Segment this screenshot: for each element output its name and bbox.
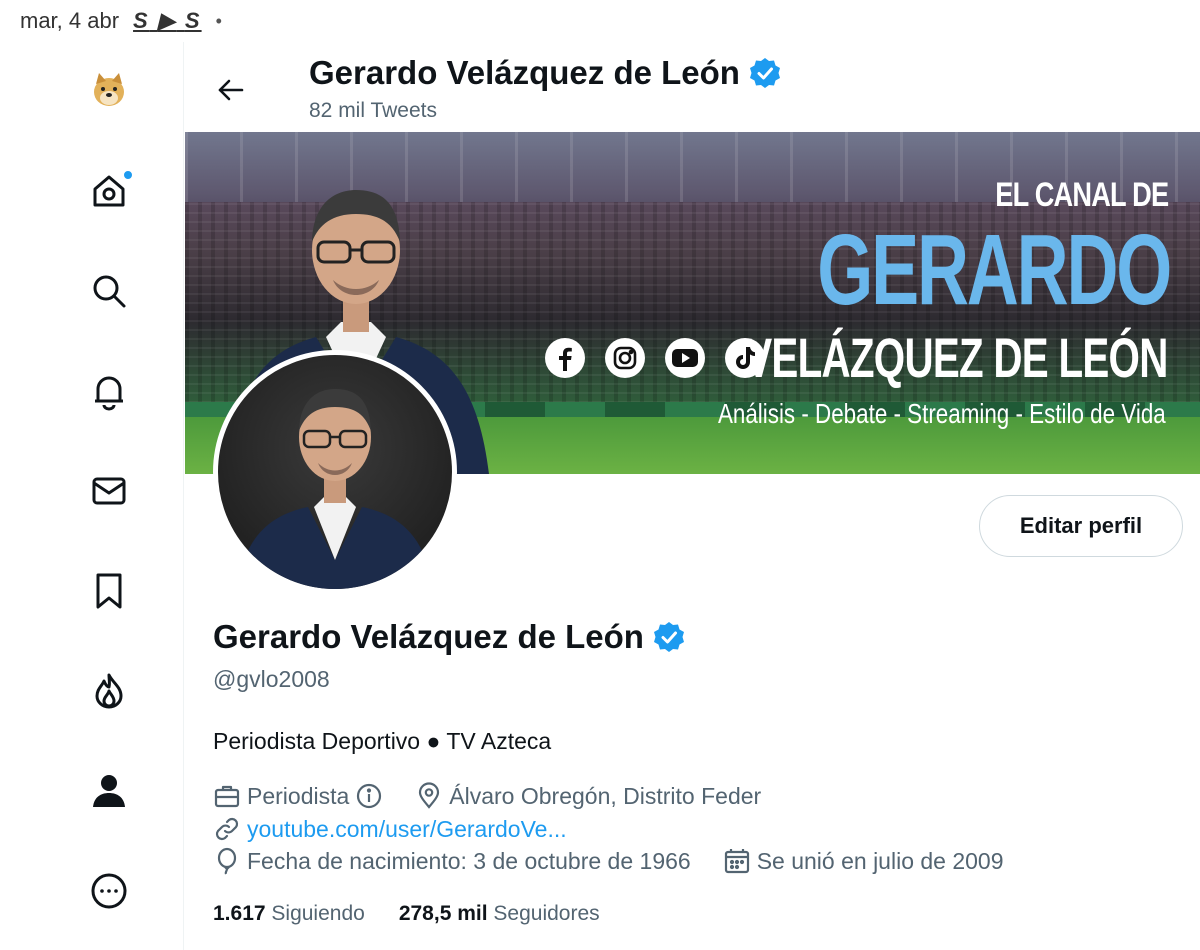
location-pin-icon — [415, 782, 443, 810]
verified-badge-icon — [748, 56, 782, 90]
verified-badge-icon[interactable] — [652, 620, 686, 654]
edit-profile-button[interactable]: Editar perfil — [979, 495, 1183, 557]
fire-icon — [95, 673, 123, 709]
profile-name: Gerardo Velázquez de León — [213, 618, 644, 655]
tweet-count: 82 mil Tweets — [309, 99, 437, 122]
status-app-icon-3: S — [184, 8, 202, 33]
sidebar-item-more[interactable] — [78, 860, 140, 922]
youtube-icon — [665, 338, 705, 378]
banner-socials — [545, 338, 765, 378]
status-dot: • — [215, 10, 222, 31]
sidebar-item-trending[interactable] — [78, 660, 140, 722]
profile-name-row: Gerardo Velázquez de León — [213, 618, 686, 656]
profile-joined: Se unió en julio de 2009 — [756, 847, 1004, 874]
profile-meta-row-1: Periodista Álvaro Obregón, Distrito Fede… — [213, 782, 761, 810]
profile-avatar[interactable] — [213, 350, 457, 594]
header-name: Gerardo Velázquez de León — [309, 54, 740, 91]
more-icon — [91, 873, 127, 909]
profile-bio: Periodista Deportivo ● TV Azteca — [213, 728, 552, 754]
mail-icon — [92, 477, 126, 505]
info-icon[interactable] — [355, 782, 383, 810]
briefcase-icon — [213, 782, 241, 810]
arrow-left-icon — [218, 79, 244, 101]
notification-dot — [122, 169, 134, 181]
bell-icon — [95, 376, 123, 411]
status-app-icon-2: ▶ — [157, 8, 177, 33]
sidebar-item-notifications[interactable] — [78, 360, 140, 422]
instagram-icon — [605, 338, 645, 378]
avatar-photo — [238, 389, 432, 589]
sidebar-item-home[interactable] — [78, 160, 140, 222]
person-icon — [93, 775, 125, 807]
profile-birthday: Fecha de nacimiento: 3 de octubre de 196… — [247, 847, 691, 874]
balloon-icon — [213, 847, 241, 875]
back-button[interactable] — [207, 66, 255, 114]
facebook-icon — [545, 338, 585, 378]
profile-handle: @gvlo2008 — [213, 666, 330, 692]
profile-meta-row-2: youtube.com/user/GerardoVe... — [213, 815, 567, 843]
following-link[interactable]: 1.617 Siguiendo — [213, 902, 365, 926]
status-app-icon-1: S — [133, 8, 150, 33]
profile-url-link[interactable]: youtube.com/user/GerardoVe... — [247, 816, 567, 843]
profile-profession: Periodista — [247, 782, 350, 809]
sidebar-nav — [0, 42, 184, 950]
profile-header: Gerardo Velázquez de León 82 mil Tweets — [185, 42, 1200, 132]
header-title: Gerardo Velázquez de León — [309, 54, 782, 92]
calendar-icon — [723, 847, 751, 875]
doge-avatar-icon — [94, 73, 124, 106]
followers-link[interactable]: 278,5 mil Seguidores — [399, 902, 600, 926]
profile-location: Álvaro Obregón, Distrito Feder — [449, 782, 762, 809]
followers-label: Seguidores — [493, 902, 600, 925]
banner-line2: GERARDO — [817, 214, 1172, 326]
sidebar-item-bookmarks[interactable] — [78, 560, 140, 622]
sidebar-item-messages[interactable] — [78, 460, 140, 522]
profile-stats: 1.617 Siguiendo 278,5 mil Seguidores — [213, 902, 600, 926]
profile-meta-row-3: Fecha de nacimiento: 3 de octubre de 196… — [213, 847, 1004, 875]
banner-tagline: Análisis - Debate - Streaming - Estilo d… — [718, 398, 1166, 429]
search-icon — [93, 275, 126, 308]
status-date: mar, 4 abr — [20, 8, 120, 33]
bookmark-icon — [96, 573, 122, 609]
banner-line1: EL CANAL DE — [994, 176, 1169, 214]
link-icon — [213, 815, 241, 843]
status-app-icons: S ▶ S — [133, 8, 202, 34]
status-bar: mar, 4 abr S ▶ S • — [0, 0, 1200, 42]
followers-count: 278,5 mil — [398, 902, 488, 925]
sidebar-item-profile[interactable] — [78, 760, 140, 822]
banner-line3: VELÁZQUEZ DE LEÓN — [745, 326, 1169, 389]
following-count: 1.617 — [213, 902, 266, 925]
sidebar-item-explore[interactable] — [78, 260, 140, 322]
doge-avatar-button[interactable] — [78, 59, 140, 121]
tiktok-icon — [725, 338, 765, 378]
following-label: Siguiendo — [271, 902, 365, 925]
